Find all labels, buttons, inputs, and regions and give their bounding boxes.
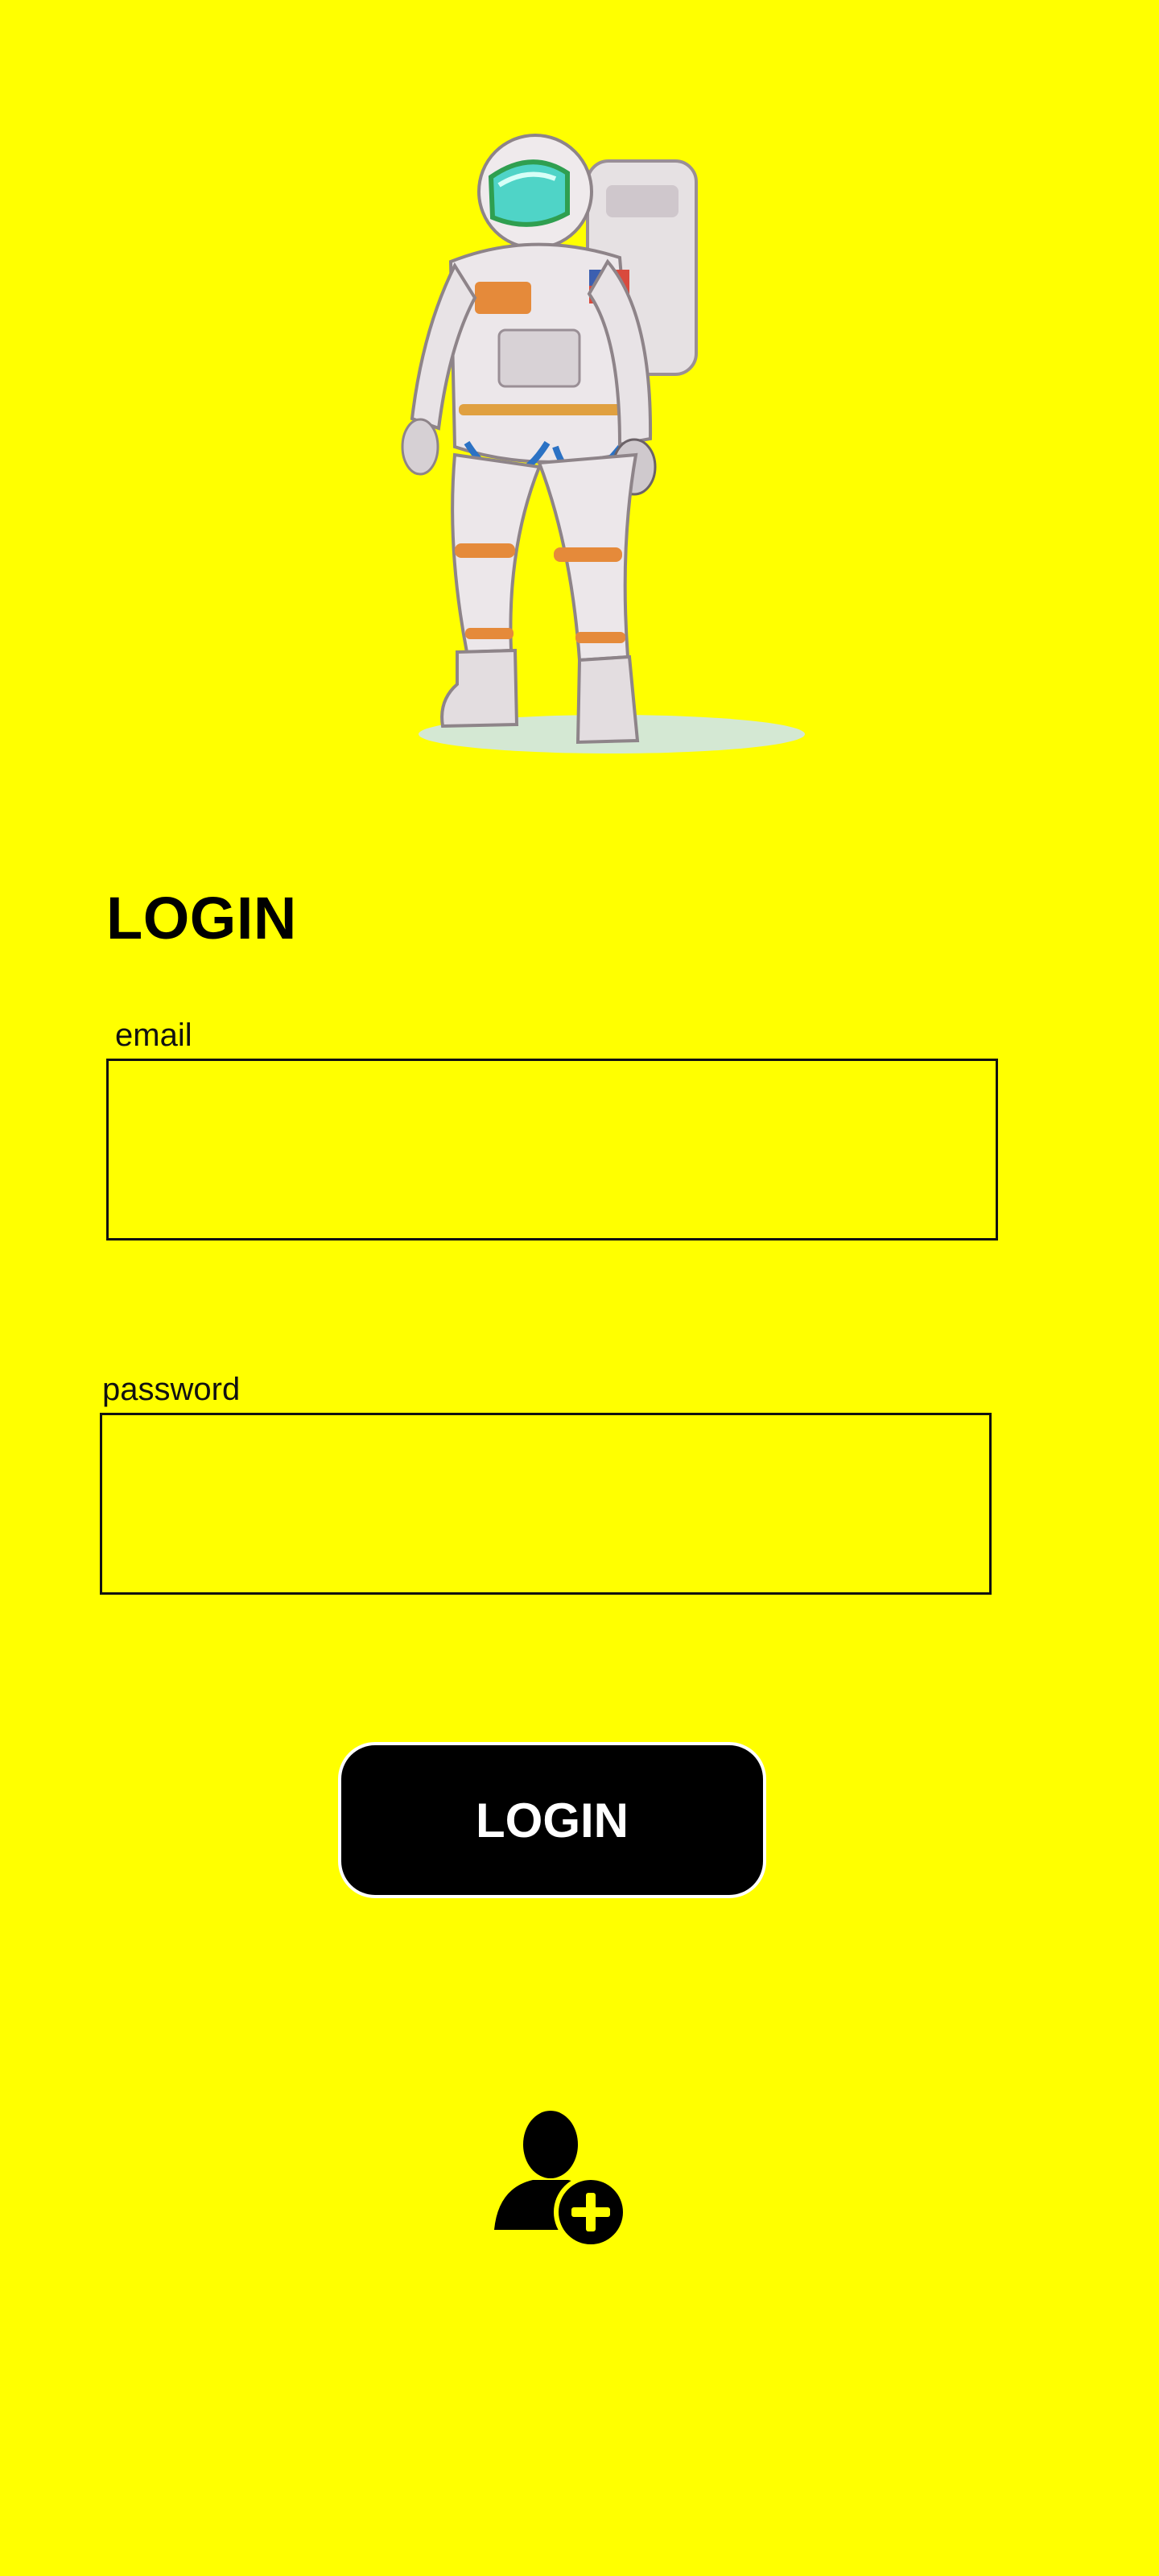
password-field[interactable] xyxy=(100,1413,992,1595)
email-field[interactable] xyxy=(106,1059,998,1241)
email-label: email xyxy=(115,1018,192,1053)
page-title: LOGIN xyxy=(106,885,297,952)
password-label: password xyxy=(102,1372,241,1407)
astronaut-illustration xyxy=(378,129,829,765)
add-user-icon xyxy=(494,2111,628,2249)
login-button[interactable]: LOGIN xyxy=(338,1742,766,1898)
add-user-button[interactable] xyxy=(494,2109,631,2251)
